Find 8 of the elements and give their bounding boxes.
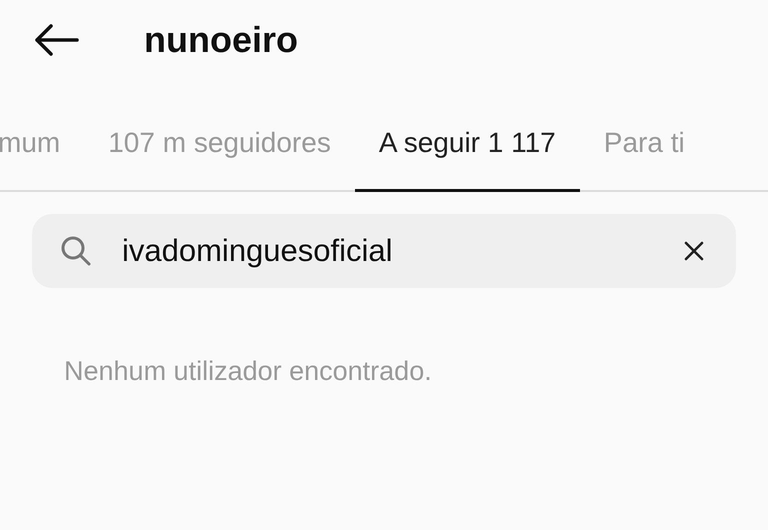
empty-results-message: Nenhum utilizador encontrado. bbox=[64, 356, 433, 387]
search-field[interactable]: ivadominguesoficial bbox=[32, 214, 736, 288]
search-input[interactable]: ivadominguesoficial bbox=[122, 233, 650, 269]
tab[interactable]: A seguir 1 117 bbox=[354, 80, 580, 192]
back-arrow-icon bbox=[33, 24, 79, 56]
profile-username: nunoeiro bbox=[144, 19, 298, 61]
search-icon bbox=[60, 235, 92, 267]
close-icon bbox=[684, 241, 704, 261]
